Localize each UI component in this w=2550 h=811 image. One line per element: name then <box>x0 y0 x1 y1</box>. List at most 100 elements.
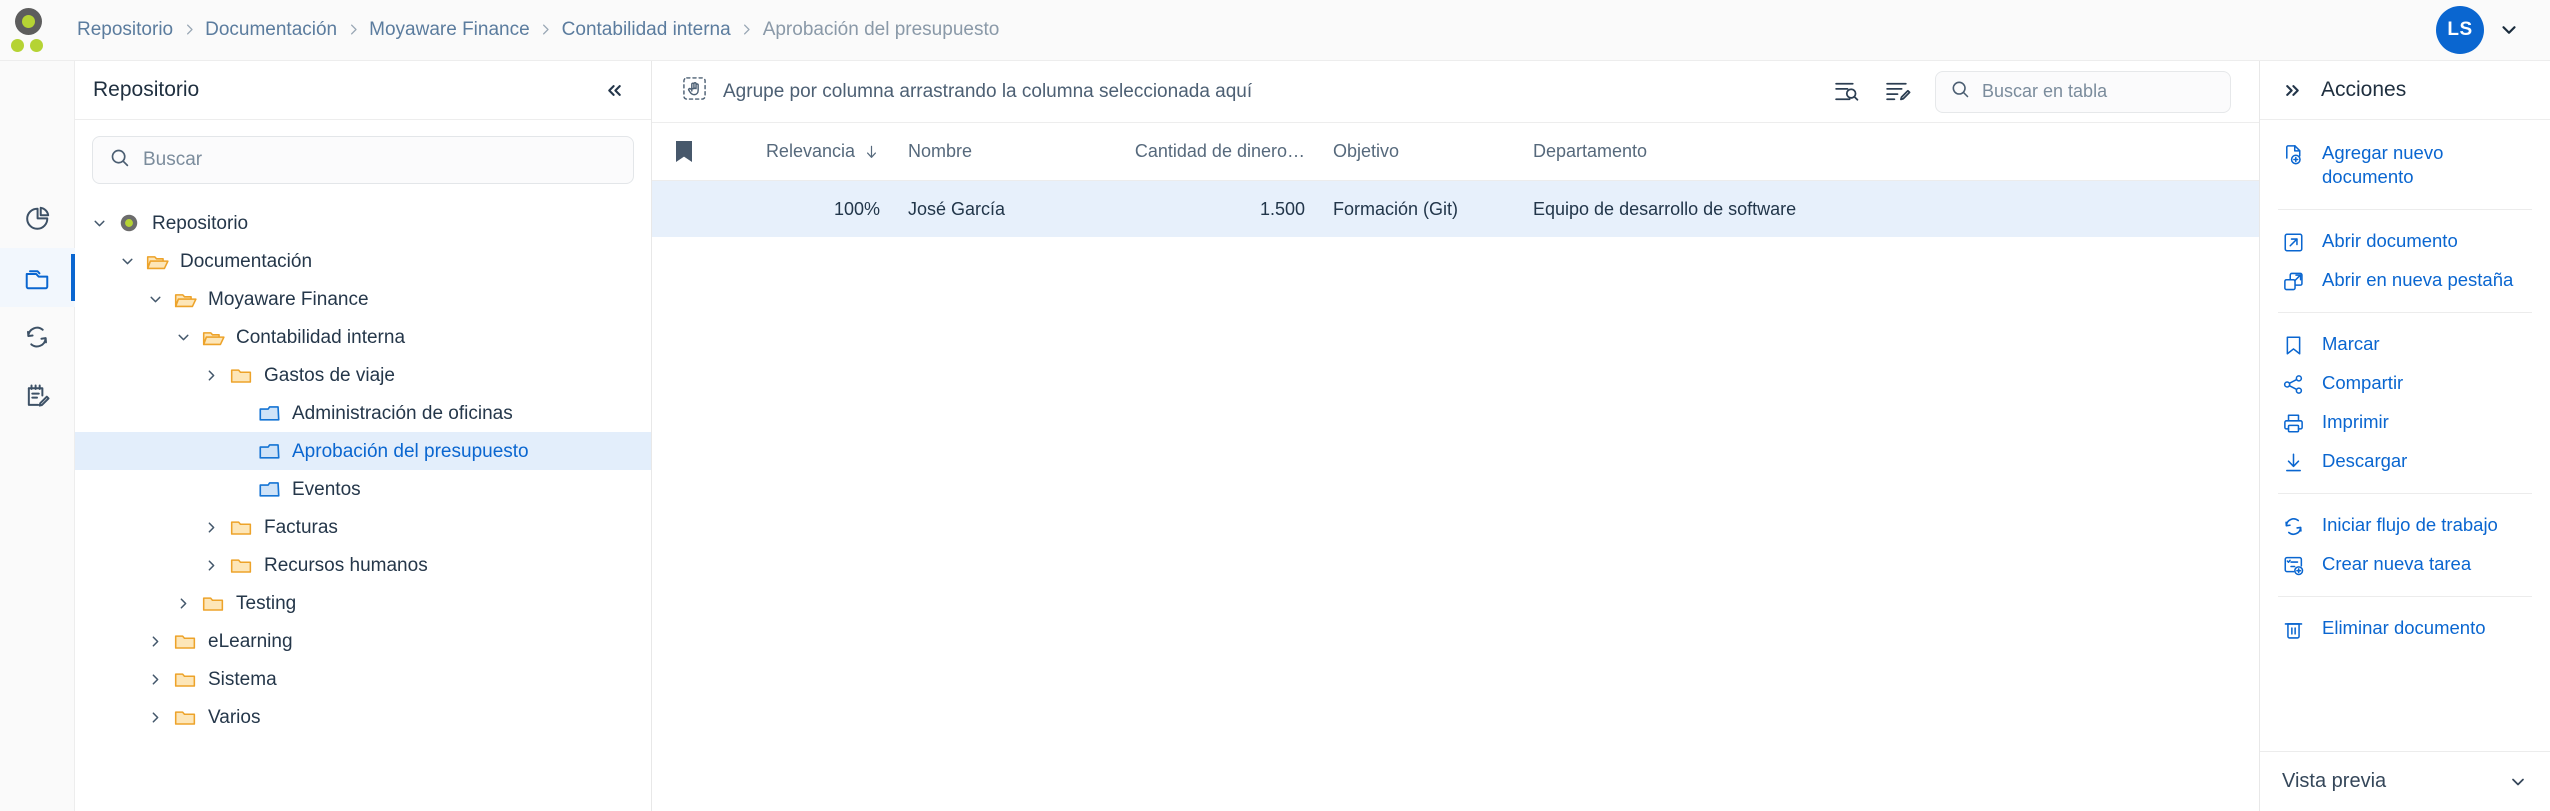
tree-node-label: Moyaware Finance <box>208 288 369 310</box>
chevron-right-icon[interactable] <box>141 671 169 688</box>
breadcrumb-separator-icon <box>339 21 367 39</box>
tree-node-label: eLearning <box>208 630 293 652</box>
actions-separator <box>2278 595 2532 597</box>
column-header-obj[interactable]: Objetivo <box>1319 141 1519 162</box>
table-search-input[interactable] <box>1982 81 2216 102</box>
rail-item-refresh-sync[interactable] <box>0 307 75 366</box>
tree-node[interactable]: Aprobación del presupuesto <box>75 432 651 470</box>
table-row[interactable]: 100% José García 1.500 Formación (Git) Equip… <box>652 181 2259 237</box>
column-filter-icon[interactable] <box>1833 78 1860 105</box>
edit-list-icon[interactable] <box>1884 78 1911 105</box>
folder-icon <box>225 363 257 388</box>
chevron-down-icon[interactable] <box>85 215 113 232</box>
document-folder-icon <box>253 477 285 502</box>
chevrons-left-icon[interactable] <box>604 80 625 101</box>
chevron-right-icon[interactable] <box>141 633 169 650</box>
action-label: Descargar <box>2322 449 2408 471</box>
folder-icon <box>225 553 257 578</box>
tree-node-label: Facturas <box>264 516 338 538</box>
group-by-dropzone[interactable]: Agrupe por columna arrastrando la column… <box>682 76 1252 107</box>
column-header-rel[interactable]: Relevancia <box>764 141 894 162</box>
breadcrumb-item-current: Aprobación del presupuesto <box>762 19 1000 40</box>
action-download[interactable]: Descargar <box>2260 442 2550 481</box>
preview-section-toggle[interactable]: Vista previa <box>2260 751 2550 811</box>
breadcrumb-separator-icon <box>175 21 203 39</box>
tree-node[interactable]: Documentación <box>75 242 651 280</box>
breadcrumb-item[interactable]: Repositorio <box>75 19 175 41</box>
chevron-right-icon[interactable] <box>197 557 225 574</box>
action-new-tab[interactable]: Abrir en nueva pestaña <box>2260 261 2550 300</box>
avatar[interactable]: LS <box>2436 6 2484 54</box>
document-add-icon <box>2282 143 2305 166</box>
chevron-down-icon[interactable] <box>113 253 141 270</box>
pie-chart-icon <box>23 205 51 233</box>
tree-node[interactable]: Testing <box>75 584 651 622</box>
tree-node[interactable]: Gastos de viaje <box>75 356 651 394</box>
logo-dot-left-icon <box>11 38 24 52</box>
action-trash[interactable]: Eliminar documento <box>2260 609 2550 648</box>
rail-item-folder[interactable] <box>0 248 75 307</box>
breadcrumb-item[interactable]: Moyaware Finance <box>367 19 532 41</box>
grid-toolbar-right <box>1833 70 2231 113</box>
tree-node[interactable]: Moyaware Finance <box>75 280 651 318</box>
action-label: Marcar <box>2322 332 2380 354</box>
action-label: Agregar nuevo documento <box>2322 142 2444 188</box>
column-header-flag[interactable] <box>652 140 764 164</box>
chevron-right-icon[interactable] <box>197 367 225 384</box>
action-bookmark[interactable]: Marcar <box>2260 325 2550 364</box>
chevron-down-icon[interactable] <box>2498 19 2520 41</box>
actions-separator <box>2278 311 2532 313</box>
notepad-edit-icon <box>23 382 51 410</box>
grid-rows: 100% José García 1.500 Formación (Git) Equip… <box>652 181 2259 237</box>
tree-node[interactable]: Administración de oficinas <box>75 394 651 432</box>
action-workflow[interactable]: Iniciar flujo de trabajo <box>2260 506 2550 545</box>
chevron-right-icon[interactable] <box>141 709 169 726</box>
rail-item-notepad-edit[interactable] <box>0 366 75 425</box>
tree-node-label: Administración de oficinas <box>292 402 513 424</box>
tree-node[interactable]: Varios <box>75 698 651 736</box>
column-header-amt[interactable]: Cantidad de dinero… <box>1104 141 1319 162</box>
top-bar: Repositorio Documentación Moyaware Finance… <box>0 0 2550 61</box>
sort-desc-icon[interactable] <box>863 142 880 162</box>
action-print[interactable]: Imprimir <box>2260 403 2550 442</box>
tree-node-label: Repositorio <box>152 212 249 234</box>
chevron-down-icon[interactable] <box>169 329 197 346</box>
breadcrumb-item[interactable]: Documentación <box>203 19 339 41</box>
folder-icon <box>169 667 201 692</box>
chevron-right-icon[interactable] <box>197 519 225 536</box>
tree-node-label: Contabilidad interna <box>236 326 406 348</box>
tree-node[interactable]: Repositorio <box>75 204 651 242</box>
action-share[interactable]: Compartir <box>2260 364 2550 403</box>
column-header-name[interactable]: Nombre <box>894 141 1104 162</box>
chevrons-right-icon[interactable] <box>2282 80 2303 101</box>
app-logo[interactable] <box>0 0 75 61</box>
tree-search-box[interactable] <box>92 136 634 184</box>
rail-item-pie-chart[interactable] <box>0 189 75 248</box>
folder-icon <box>169 629 201 654</box>
action-label: Crear nueva tarea <box>2322 552 2472 574</box>
breadcrumb-item[interactable]: Contabilidad interna <box>560 19 733 41</box>
tree-node[interactable]: eLearning <box>75 622 651 660</box>
group-by-hint-text: Agrupe por columna arrastrando la column… <box>723 80 1253 102</box>
actions-separator <box>2278 492 2532 494</box>
column-header-label: Departamento <box>1533 141 1648 161</box>
tree-node[interactable]: Facturas <box>75 508 651 546</box>
tree-panel-title: Repositorio <box>93 78 200 101</box>
tree-node[interactable]: Recursos humanos <box>75 546 651 584</box>
action-document-add[interactable]: Agregar nuevo documento <box>2260 134 2550 197</box>
action-task-add[interactable]: Crear nueva tarea <box>2260 545 2550 584</box>
action-open-external[interactable]: Abrir documento <box>2260 222 2550 261</box>
column-header-dep[interactable]: Departamento <box>1519 141 1919 162</box>
tree-node[interactable]: Eventos <box>75 470 651 508</box>
tree-search-input[interactable] <box>143 149 617 171</box>
chevron-right-icon[interactable] <box>169 595 197 612</box>
actions-panel: Acciones Agregar nuevo documento Abrir do… <box>2260 61 2550 811</box>
table-search-box[interactable] <box>1935 70 2231 113</box>
actions-panel-header: Acciones <box>2260 61 2550 120</box>
chevron-down-icon[interactable] <box>141 291 169 308</box>
bookmark-icon[interactable] <box>674 140 694 164</box>
tree-node[interactable]: Sistema <box>75 660 651 698</box>
action-label: Iniciar flujo de trabajo <box>2322 513 2498 535</box>
tree-node[interactable]: Contabilidad interna <box>75 318 651 356</box>
chevron-down-icon[interactable] <box>2508 772 2528 792</box>
